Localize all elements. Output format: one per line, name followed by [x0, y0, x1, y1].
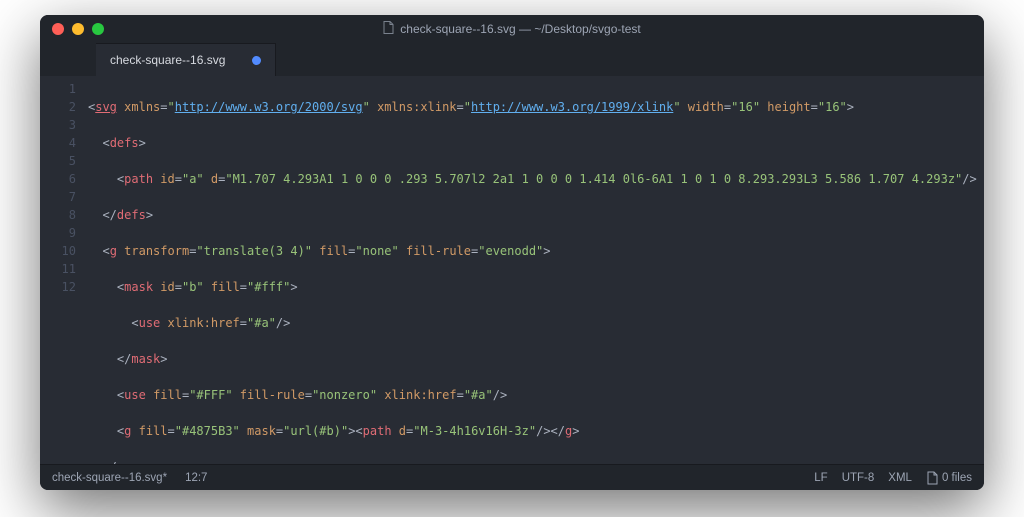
- line-number: 6: [40, 170, 76, 188]
- tab-check-square[interactable]: check-square--16.svg: [96, 43, 276, 76]
- line-number: 4: [40, 134, 76, 152]
- window-title-text: check-square--16.svg — ~/Desktop/svgo-te…: [400, 22, 640, 36]
- xmlns-link[interactable]: http://www.w3.org/2000/svg: [175, 100, 363, 114]
- minimize-window-button[interactable]: [72, 23, 84, 35]
- code-line[interactable]: <g transform="translate(3 4)" fill="none…: [88, 242, 976, 260]
- line-number: 2: [40, 98, 76, 116]
- line-number: 8: [40, 206, 76, 224]
- tab-label: check-square--16.svg: [110, 53, 225, 67]
- line-number-gutter: 1 2 3 4 5 6 7 8 9 10 11 12: [40, 76, 88, 464]
- line-number: 3: [40, 116, 76, 134]
- line-number: 10: [40, 242, 76, 260]
- editor-area[interactable]: 1 2 3 4 5 6 7 8 9 10 11 12 <svg xmlns="h…: [40, 76, 984, 464]
- line-number: 11: [40, 260, 76, 278]
- status-encoding[interactable]: UTF-8: [842, 472, 875, 484]
- window-controls: [40, 23, 104, 35]
- code-line[interactable]: <mask id="b" fill="#fff">: [88, 278, 976, 296]
- code-line[interactable]: <svg xmlns="http://www.w3.org/2000/svg" …: [88, 98, 976, 116]
- status-files[interactable]: 0 files: [926, 471, 972, 485]
- line-number: 9: [40, 224, 76, 242]
- close-window-button[interactable]: [52, 23, 64, 35]
- line-number: 7: [40, 188, 76, 206]
- tab-bar: check-square--16.svg: [40, 43, 984, 76]
- window-title: check-square--16.svg — ~/Desktop/svgo-te…: [40, 21, 984, 37]
- code-content[interactable]: <svg xmlns="http://www.w3.org/2000/svg" …: [88, 76, 984, 464]
- line-number: 5: [40, 152, 76, 170]
- status-eol[interactable]: LF: [814, 472, 827, 484]
- files-icon: [926, 471, 938, 485]
- code-line[interactable]: <use xlink:href="#a"/>: [88, 314, 976, 332]
- titlebar: check-square--16.svg — ~/Desktop/svgo-te…: [40, 15, 984, 43]
- line-number: 1: [40, 80, 76, 98]
- code-line[interactable]: <defs>: [88, 134, 976, 152]
- status-filename[interactable]: check-square--16.svg*: [52, 472, 167, 484]
- code-line[interactable]: </mask>: [88, 350, 976, 368]
- xlink-link[interactable]: http://www.w3.org/1999/xlink: [471, 100, 673, 114]
- file-icon: [383, 21, 394, 37]
- code-line[interactable]: <g fill="#4875B3" mask="url(#b)"><path d…: [88, 422, 976, 440]
- code-line[interactable]: <path id="a" d="M1.707 4.293A1 1 0 0 0 .…: [88, 170, 976, 188]
- zoom-window-button[interactable]: [92, 23, 104, 35]
- line-number: 12: [40, 278, 76, 296]
- code-line[interactable]: <use fill="#FFF" fill-rule="nonzero" xli…: [88, 386, 976, 404]
- status-cursor[interactable]: 12:7: [185, 472, 207, 484]
- unsaved-indicator-icon: [252, 56, 261, 65]
- code-line[interactable]: </defs>: [88, 206, 976, 224]
- editor-window: check-square--16.svg — ~/Desktop/svgo-te…: [40, 15, 984, 490]
- status-bar: check-square--16.svg* 12:7 LF UTF-8 XML …: [40, 464, 984, 490]
- status-language[interactable]: XML: [888, 472, 912, 484]
